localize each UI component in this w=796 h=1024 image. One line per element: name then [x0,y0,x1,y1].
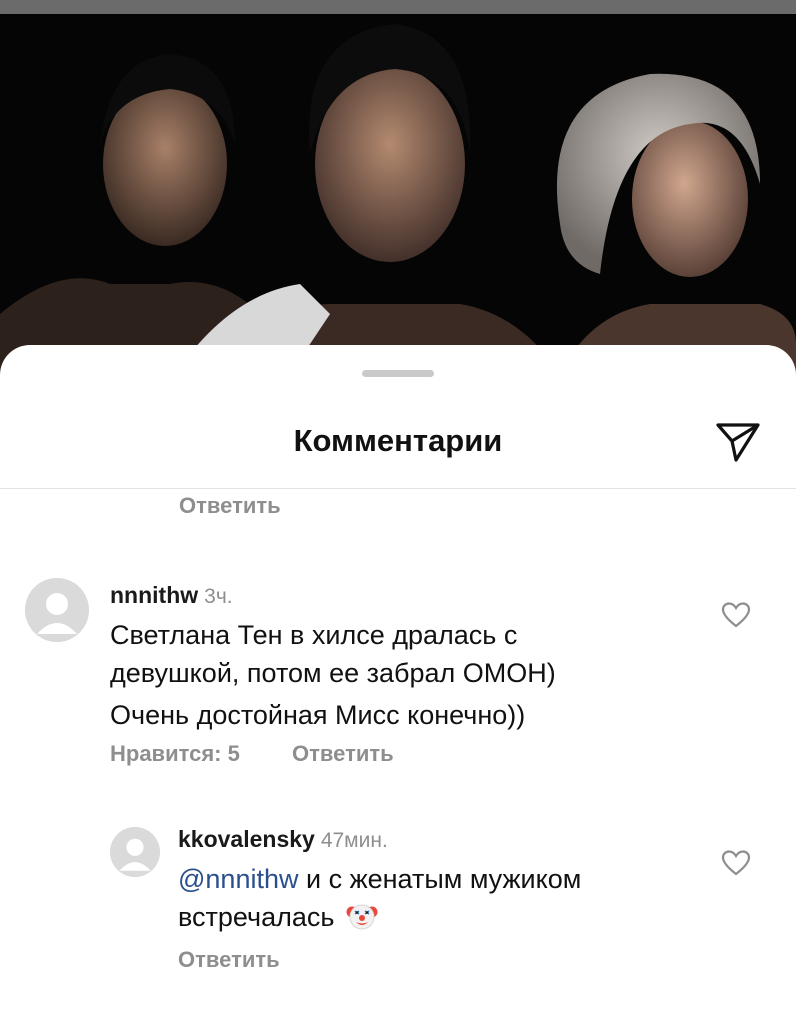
comment-text: Светлана Тен в хилсе дралась с девушкой,… [110,616,670,734]
reply-line-text: и с женатым мужиком [298,864,582,894]
heart-icon[interactable] [721,849,751,877]
reply-button[interactable]: Ответить [178,947,280,973]
avatar[interactable] [110,827,160,877]
previous-reply-button[interactable]: Ответить [179,493,281,519]
reply-text: @nnnithw и с женатым мужиком встречалась [178,860,738,936]
mention-link[interactable]: @nnnithw [178,864,298,894]
reply-line: @nnnithw и с женатым мужиком [178,860,738,898]
paper-plane-icon [716,423,760,462]
default-avatar-icon [110,827,160,877]
comment-line: Очень достойная Мисс конечно)) [110,700,526,730]
reply-button[interactable]: Ответить [292,741,394,767]
reply-username[interactable]: kkovalensky 47мин. [178,826,388,853]
reply-line: встречалась [178,898,738,936]
clown-face-icon [346,904,378,930]
comments-sheet: Комментарии Ответить nnnithw 3ч. Светлана… [0,345,796,1024]
reply-username-text[interactable]: kkovalensky [178,826,315,852]
post-photo [0,14,796,374]
status-bar [0,0,796,14]
sheet-title: Комментарии [293,423,503,458]
comment-line: девушкой, потом ее забрал ОМОН) [110,658,556,688]
reply-time: 47мин. [320,829,388,852]
heart-icon[interactable] [721,601,751,629]
avatar[interactable] [25,578,89,642]
post-photo-image [0,14,796,374]
likes-count[interactable]: Нравится: 5 [110,741,240,767]
comment-line: Светлана Тен в хилсе дралась с [110,620,518,650]
comment-username-text[interactable]: nnnithw [110,582,198,608]
share-button[interactable] [712,417,764,467]
reply-line-text: встречалась [178,902,335,932]
default-avatar-icon [25,578,89,642]
header-divider [0,488,796,489]
comment-username[interactable]: nnnithw 3ч. [110,582,233,609]
comment-time: 3ч. [204,585,233,608]
sheet-grabber[interactable] [362,370,434,377]
